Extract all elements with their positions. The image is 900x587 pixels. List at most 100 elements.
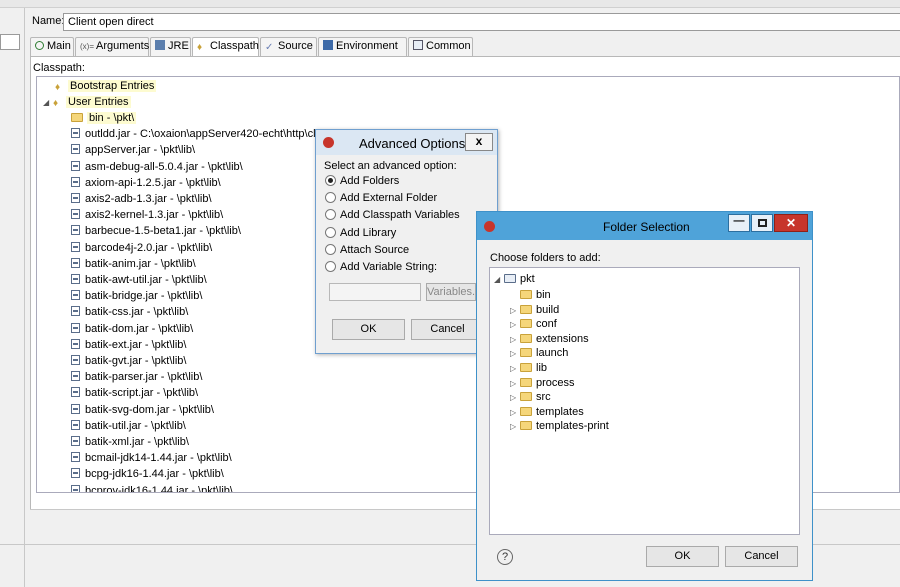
- environment-icon: [323, 40, 333, 50]
- folder-icon: [520, 406, 532, 416]
- variables-button[interactable]: Variables...: [426, 283, 476, 301]
- folder-node[interactable]: ▷ templates: [510, 404, 584, 420]
- jar-icon: [71, 403, 80, 414]
- close-button[interactable]: x: [465, 133, 493, 151]
- radio-icon: [325, 261, 336, 272]
- jar-entry[interactable]: batik-svg-dom.jar - \pkt\lib\: [71, 402, 214, 418]
- help-button[interactable]: ?: [497, 549, 513, 565]
- radio-icon: [325, 192, 336, 204]
- jar-icon: [71, 484, 80, 492]
- classpath-icon: ♦: [197, 42, 203, 53]
- jar-entry[interactable]: batik-dom.jar - \pkt\lib\: [71, 321, 193, 337]
- name-field[interactable]: Client open direct: [63, 13, 900, 31]
- folder-node[interactable]: ▷ templates-print: [510, 418, 609, 434]
- folder-node[interactable]: ▷ build: [510, 302, 559, 318]
- top-strip: [0, 0, 900, 8]
- tab-main[interactable]: Main: [30, 37, 74, 57]
- folder-node[interactable]: ▷ conf: [510, 316, 557, 332]
- jar-entry[interactable]: batik-gvt.jar - \pkt\lib\: [71, 353, 186, 369]
- jar-entry[interactable]: batik-awt-util.jar - \pkt\lib\: [71, 272, 207, 288]
- radio-icon: [325, 243, 336, 255]
- jar-entry[interactable]: batik-util.jar - \pkt\lib\: [71, 418, 186, 434]
- jar-entry[interactable]: outldd.jar - C:\oxaion\appServer420-echt…: [71, 126, 350, 142]
- bootstrap-entries-node[interactable]: ♦ Bootstrap Entries: [55, 78, 157, 94]
- tab-environment[interactable]: Environment: [318, 37, 407, 57]
- maximize-icon: [758, 219, 767, 227]
- ok-button[interactable]: OK: [332, 319, 405, 340]
- jar-icon: [71, 452, 80, 463]
- configurations-pane: [0, 8, 25, 587]
- maximize-button[interactable]: [751, 214, 773, 232]
- folder-icon: [520, 392, 532, 402]
- jar-entry[interactable]: axiom-api-1.2.5.jar - \pkt\lib\: [71, 175, 221, 191]
- folder-selection-dialog: Folder Selection — ✕ Choose folders to a…: [476, 211, 813, 581]
- jar-entry[interactable]: batik-anim.jar - \pkt\lib\: [71, 256, 196, 272]
- arguments-icon: (x)=: [80, 42, 94, 51]
- variable-string-input[interactable]: [329, 283, 421, 301]
- folder-icon: [520, 290, 532, 299]
- dialog-title: Advanced Options: [359, 136, 466, 151]
- jar-entry[interactable]: appServer.jar - \pkt\lib\: [71, 142, 195, 158]
- folder-node[interactable]: ▷ lib: [510, 360, 547, 376]
- tab-common[interactable]: Common: [408, 37, 473, 57]
- jar-entry[interactable]: batik-parser.jar - \pkt\lib\: [71, 369, 202, 385]
- collapse-arrow-icon[interactable]: ◢: [494, 272, 504, 288]
- jar-icon: [71, 274, 80, 284]
- expand-arrow-icon[interactable]: ▷: [510, 419, 520, 435]
- filter-input[interactable]: [0, 34, 20, 50]
- cancel-button[interactable]: Cancel: [725, 546, 798, 567]
- jar-entry[interactable]: bcpg-jdk16-1.44.jar - \pkt\lib\: [71, 466, 224, 482]
- jar-entry[interactable]: batik-bridge.jar - \pkt\lib\: [71, 288, 202, 304]
- jar-entry[interactable]: batik-css.jar - \pkt\lib\: [71, 304, 188, 320]
- jar-entry[interactable]: batik-xml.jar - \pkt\lib\: [71, 434, 189, 450]
- jar-icon: [71, 387, 80, 398]
- jar-entry[interactable]: batik-script.jar - \pkt\lib\: [71, 385, 198, 401]
- folder-node[interactable]: ▷ launch: [510, 345, 568, 361]
- folder-node[interactable]: ▷ src: [510, 389, 551, 405]
- option-radio[interactable]: Add Folders: [325, 175, 399, 187]
- bin-folder-entry[interactable]: bin - \pkt\: [71, 110, 137, 126]
- option-radio[interactable]: Add Library: [325, 226, 396, 239]
- tab-arguments[interactable]: (x)= Arguments: [75, 37, 149, 57]
- folder-node[interactable]: bin: [510, 287, 551, 303]
- jar-icon: [71, 176, 80, 187]
- jar-entry[interactable]: asm-debug-all-5.0.4.jar - \pkt\lib\: [71, 159, 243, 175]
- folder-node[interactable]: ▷ extensions: [510, 331, 589, 347]
- folder-icon: [520, 421, 532, 431]
- app-icon: [323, 137, 334, 148]
- minimize-icon: —: [733, 215, 745, 227]
- close-button[interactable]: ✕: [774, 214, 808, 232]
- jar-icon: [71, 257, 80, 268]
- jar-entry[interactable]: axis2-kernel-1.3.jar - \pkt\lib\: [71, 207, 223, 223]
- collapse-arrow-icon[interactable]: ◢: [43, 95, 53, 111]
- cancel-button[interactable]: Cancel: [411, 319, 484, 340]
- jar-icon: [71, 209, 80, 220]
- ok-button[interactable]: OK: [646, 546, 719, 567]
- folder-root-node[interactable]: ◢ pkt: [494, 271, 535, 287]
- jar-entry[interactable]: axis2-adb-1.3.jar - \pkt\lib\: [71, 191, 212, 207]
- jar-entry[interactable]: barcode4j-2.0.jar - \pkt\lib\: [71, 240, 212, 256]
- option-radio[interactable]: Add External Folder: [325, 192, 437, 204]
- option-radio[interactable]: Add Classpath Variables: [325, 209, 460, 221]
- tab-source[interactable]: ✓ Source: [260, 37, 317, 57]
- classpath-label: Classpath:: [33, 62, 85, 74]
- user-entries-node[interactable]: ◢ ♦ User Entries: [43, 94, 131, 110]
- minimize-button[interactable]: —: [728, 214, 750, 232]
- folder-tree[interactable]: ◢ pkt bin ▷ build ▷ conf ▷ extensions ▷ launch ▷ li…: [489, 267, 800, 535]
- tab-jre[interactable]: JRE: [150, 37, 191, 57]
- folder-icon: [71, 113, 83, 122]
- folder-icon: [520, 363, 532, 372]
- option-radio[interactable]: Attach Source: [325, 243, 409, 256]
- folder-icon: [520, 304, 532, 314]
- option-radio[interactable]: Add Variable String:: [325, 261, 437, 273]
- jar-entry[interactable]: barbecue-1.5-beta1.jar - \pkt\lib\: [71, 223, 241, 239]
- jar-icon: [71, 338, 80, 349]
- jar-icon: [71, 241, 80, 252]
- folder-node[interactable]: ▷ process: [510, 375, 575, 391]
- jar-entry[interactable]: batik-ext.jar - \pkt\lib\: [71, 337, 186, 353]
- jar-icon: [71, 355, 80, 365]
- jar-icon: [71, 371, 80, 382]
- tab-classpath[interactable]: ♦ Classpath: [192, 37, 259, 58]
- jar-entry[interactable]: bcmail-jdk14-1.44.jar - \pkt\lib\: [71, 450, 232, 466]
- jar-entry[interactable]: bcprov-jdk16-1.44.jar - \pkt\lib\: [71, 483, 233, 492]
